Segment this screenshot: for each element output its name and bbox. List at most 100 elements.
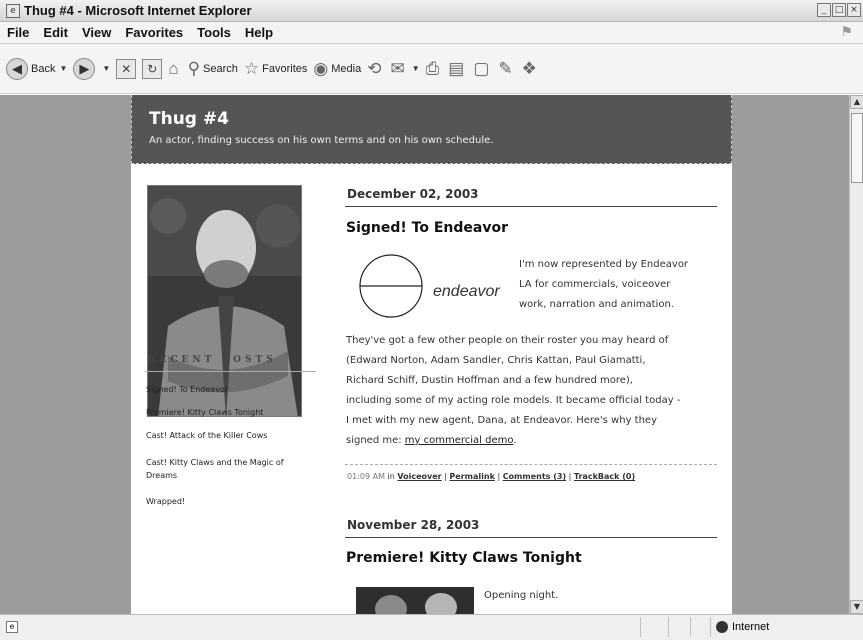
recent-post-link[interactable]: Cast! Kitty Claws and the Magic of Dream… <box>146 456 306 482</box>
recent-posts-heading: RECENT POSTS <box>148 355 277 365</box>
minimize-button[interactable]: _ <box>817 3 831 17</box>
menu-view[interactable]: View <box>75 25 118 40</box>
window-title: Thug #4 - Microsoft Internet Explorer <box>24 3 252 18</box>
menu-help[interactable]: Help <box>238 25 280 40</box>
print-button[interactable]: ⎙ <box>426 59 443 79</box>
endeavor-logo-text: endeavor <box>433 283 500 300</box>
date-divider <box>345 537 717 538</box>
history-button[interactable]: ⟲ <box>367 59 384 79</box>
page-status-icon: e <box>6 621 18 633</box>
history-icon: ⟲ <box>367 58 382 78</box>
mail-dropdown-icon[interactable]: ▼ <box>412 64 420 73</box>
favorites-star-icon: ☆ <box>243 58 260 78</box>
menu-file[interactable]: File <box>0 25 36 40</box>
discuss-icon: ▢ <box>473 58 490 78</box>
post-intro: Opening night. <box>484 590 559 601</box>
post-body-line: They've got a few other people on their … <box>346 335 669 346</box>
category-link[interactable]: Voiceover <box>397 472 441 481</box>
stop-icon: ✕ <box>116 58 137 79</box>
meta-separator: | <box>444 472 447 481</box>
commercial-demo-link[interactable]: my commercial demo <box>405 435 514 446</box>
home-button[interactable]: ⌂ <box>168 59 181 79</box>
stop-button[interactable]: ✕ <box>116 58 137 79</box>
security-zone: Internet <box>716 621 769 633</box>
scroll-thumb[interactable] <box>851 113 863 183</box>
media-label: Media <box>331 62 362 75</box>
favorites-button[interactable]: ☆ Favorites <box>244 59 308 79</box>
media-icon: ◉ <box>313 58 329 78</box>
status-separator <box>668 617 669 637</box>
maximize-button[interactable]: □ <box>832 3 846 17</box>
status-separator <box>710 617 711 637</box>
post-title[interactable]: Premiere! Kitty Claws Tonight <box>346 550 582 566</box>
forward-dropdown-icon[interactable]: ▼ <box>102 64 110 73</box>
forward-button[interactable]: ▶ ▼ <box>73 57 110 80</box>
windows-logo-icon: ⚑ <box>841 24 853 40</box>
permalink-link[interactable]: Permalink <box>449 472 494 481</box>
edit-button[interactable]: ▤ <box>448 59 467 79</box>
favorites-label: Favorites <box>262 62 308 75</box>
post-intro-line: LA for commercials, voiceover <box>519 279 671 290</box>
scroll-up-button[interactable]: ▲ <box>850 95 863 109</box>
blog-header: Thug #4 An actor, finding success on his… <box>131 95 732 164</box>
recent-post-link[interactable]: Signed! To Endeavor <box>146 383 306 396</box>
page-viewport[interactable]: Thug #4 An actor, finding success on his… <box>0 95 849 614</box>
scroll-down-button[interactable]: ▼ <box>850 600 863 614</box>
menu-edit[interactable]: Edit <box>36 25 75 40</box>
post-body-line: including some of my acting role models.… <box>346 395 681 406</box>
mail-button[interactable]: ✉ ▼ <box>390 59 419 79</box>
messenger-button[interactable]: ✎ <box>498 59 515 79</box>
recent-post-link[interactable]: Premiere! Kitty Claws Tonight <box>146 406 306 419</box>
globe-icon <box>716 621 728 633</box>
blog-tagline: An actor, finding success on his own ter… <box>149 135 494 146</box>
post-intro: I'm now represented by Endeavor LA for c… <box>519 255 688 315</box>
recent-post-link[interactable]: Cast! Attack of the Killer Cows <box>146 429 306 442</box>
research-icon: ❖ <box>521 58 537 78</box>
search-icon: ⚲ <box>187 58 201 78</box>
refresh-icon: ↻ <box>142 58 163 79</box>
date-divider <box>345 206 717 207</box>
post-text-fragment: signed me: <box>346 435 405 446</box>
post-body-line: (Edward Norton, Adam Sandler, Chris Katt… <box>346 355 646 366</box>
status-bar: e Internet <box>0 614 863 640</box>
mail-icon: ✉ <box>390 58 405 78</box>
close-button[interactable]: × <box>847 3 861 17</box>
post-date: November 28, 2003 <box>347 518 480 532</box>
post-time: 01:09 AM <box>347 472 385 481</box>
meta-separator: | <box>568 472 572 481</box>
back-button[interactable]: ◀ Back ▼ <box>6 57 67 80</box>
media-button[interactable]: ◉ Media <box>313 59 361 79</box>
research-button[interactable]: ❖ <box>522 59 540 79</box>
menu-favorites[interactable]: Favorites <box>118 25 190 40</box>
post-body-line: I met with my new agent, Dana, at Endeav… <box>346 415 657 426</box>
messenger-icon: ✎ <box>498 58 513 78</box>
back-label: Back <box>31 62 56 75</box>
search-button[interactable]: ⚲ Search <box>188 59 238 79</box>
edit-icon: ▤ <box>448 58 465 78</box>
sidebar-divider <box>145 371 316 372</box>
post-body-line: Richard Schiff, Dustin Hoffman and a few… <box>346 375 633 386</box>
menu-tools[interactable]: Tools <box>190 25 238 40</box>
post-thumbnail <box>356 587 474 614</box>
menu-bar: File Edit View Favorites Tools Help ⚑ <box>0 22 863 44</box>
post-meta: 01:09 AM in Voiceover | Permalink | Comm… <box>347 472 635 481</box>
recent-post-link[interactable]: Wrapped! <box>146 495 306 508</box>
refresh-button[interactable]: ↻ <box>142 58 163 79</box>
ie-icon: e <box>6 3 20 18</box>
forward-arrow-icon: ▶ <box>73 57 96 80</box>
meta-divider <box>345 464 717 465</box>
post-date: December 02, 2003 <box>347 187 479 201</box>
discuss-button[interactable]: ▢ <box>473 59 492 79</box>
status-separator <box>690 617 691 637</box>
blog-title[interactable]: Thug #4 <box>149 109 229 129</box>
home-icon: ⌂ <box>168 58 179 78</box>
endeavor-logo: endeavor <box>353 253 515 319</box>
meta-separator: | <box>497 472 501 481</box>
toolbar: ◀ Back ▼ ▶ ▼ ✕ ↻ ⌂ ⚲ Search ☆ Favorites … <box>0 44 863 94</box>
post-title[interactable]: Signed! To Endeavor <box>346 220 508 236</box>
trackback-link[interactable]: TrackBack (0) <box>574 472 635 481</box>
zone-label: Internet <box>732 621 770 633</box>
vertical-scrollbar[interactable]: ▲ ▼ <box>849 95 863 614</box>
back-dropdown-icon[interactable]: ▼ <box>59 64 67 73</box>
comments-link[interactable]: Comments (3) <box>503 472 566 481</box>
